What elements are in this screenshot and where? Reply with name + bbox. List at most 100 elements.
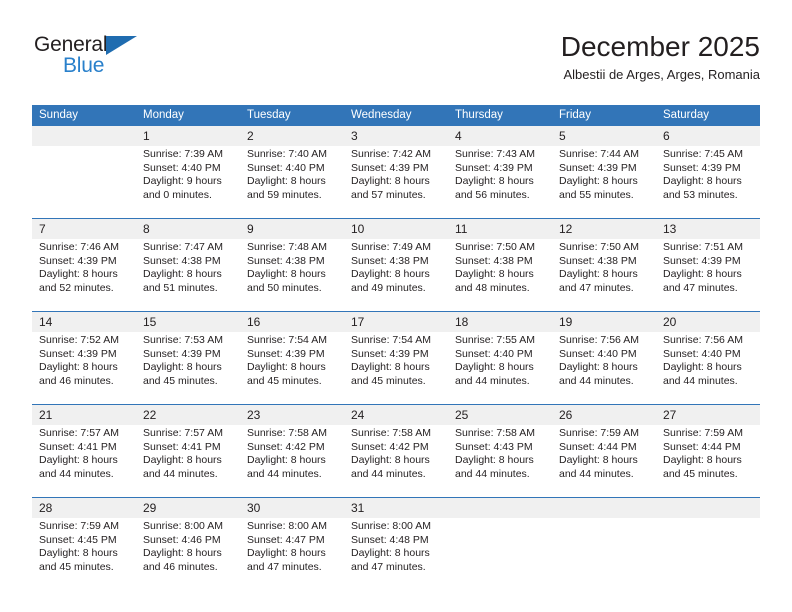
day-number-cell[interactable]: 5	[552, 126, 656, 146]
sunrise-text: Sunrise: 7:54 AM	[351, 334, 431, 346]
weekday-header-tuesday: Tuesday	[240, 105, 344, 126]
general-blue-logo[interactable]: General Blue	[34, 34, 164, 86]
sunset-text: Sunset: 4:38 PM	[559, 254, 637, 267]
daylight-text: Daylight: 8 hours	[559, 175, 638, 187]
sunset-text: Sunset: 4:38 PM	[351, 254, 429, 267]
day-details-cell: Sunrise: 7:54 AM Sunset: 4:39 PM Daylight:…	[240, 332, 344, 404]
daylight-text: and 57 minutes.	[351, 188, 426, 201]
sunset-text: Sunset: 4:39 PM	[455, 161, 533, 174]
daylight-text: and 53 minutes.	[663, 188, 738, 201]
day-number-cell[interactable]: 9	[240, 219, 344, 239]
daylight-text: and 44 minutes.	[559, 374, 634, 387]
day-number-cell[interactable]: 31	[344, 498, 448, 518]
sunrise-text: Sunrise: 7:58 AM	[247, 427, 327, 439]
day-number-cell[interactable]: 29	[136, 498, 240, 518]
day-number-cell[interactable]: 15	[136, 312, 240, 332]
sunrise-text: Sunrise: 7:50 AM	[559, 241, 639, 253]
empty-day-details-cell	[656, 518, 760, 590]
day-number-cell[interactable]: 22	[136, 405, 240, 425]
empty-day-cell	[656, 498, 760, 518]
daylight-text: and 48 minutes.	[455, 281, 530, 294]
day-number-cell[interactable]: 3	[344, 126, 448, 146]
daylight-text: and 0 minutes.	[143, 188, 212, 201]
day-number-cell[interactable]: 14	[32, 312, 136, 332]
empty-day-details-cell	[448, 518, 552, 590]
weekday-header-thursday: Thursday	[448, 105, 552, 126]
daylight-text: and 45 minutes.	[39, 560, 114, 573]
daylight-text: Daylight: 8 hours	[143, 361, 222, 373]
day-details-cell: Sunrise: 8:00 AM Sunset: 4:46 PM Daylight:…	[136, 518, 240, 590]
day-number-cell[interactable]: 25	[448, 405, 552, 425]
day-number-cell[interactable]: 12	[552, 219, 656, 239]
daylight-text: Daylight: 8 hours	[39, 454, 118, 466]
day-number-row: 7 8 9 10 11 12 13	[32, 219, 760, 239]
sunrise-text: Sunrise: 7:58 AM	[351, 427, 431, 439]
sunset-text: Sunset: 4:41 PM	[39, 440, 117, 453]
day-number-cell[interactable]: 18	[448, 312, 552, 332]
day-number-cell[interactable]: 8	[136, 219, 240, 239]
logo-text-general: General	[34, 33, 108, 56]
sunrise-text: Sunrise: 7:50 AM	[455, 241, 535, 253]
sunset-text: Sunset: 4:39 PM	[351, 347, 429, 360]
weekday-header-friday: Friday	[552, 105, 656, 126]
day-number-cell[interactable]: 26	[552, 405, 656, 425]
location-subtitle: Albestii de Arges, Arges, Romania	[563, 67, 760, 82]
sunrise-text: Sunrise: 7:57 AM	[39, 427, 119, 439]
daylight-text: Daylight: 8 hours	[351, 268, 430, 280]
day-details-cell: Sunrise: 7:51 AM Sunset: 4:39 PM Daylight:…	[656, 239, 760, 311]
day-number-cell[interactable]: 6	[656, 126, 760, 146]
sunrise-text: Sunrise: 8:00 AM	[351, 520, 431, 532]
calendar-body: 1 2 3 4 5 6 Sunrise: 7:39 AM Sunset: 4:40 PM Day…	[32, 126, 760, 590]
day-number-cell[interactable]: 21	[32, 405, 136, 425]
sunset-text: Sunset: 4:40 PM	[559, 347, 637, 360]
sunrise-text: Sunrise: 7:48 AM	[247, 241, 327, 253]
day-number-cell[interactable]: 13	[656, 219, 760, 239]
sunrise-text: Sunrise: 7:53 AM	[143, 334, 223, 346]
day-details-cell: Sunrise: 7:56 AM Sunset: 4:40 PM Daylight:…	[656, 332, 760, 404]
empty-day-cell	[552, 498, 656, 518]
day-number-cell[interactable]: 1	[136, 126, 240, 146]
sunset-text: Sunset: 4:45 PM	[39, 533, 117, 546]
day-number-cell[interactable]: 2	[240, 126, 344, 146]
sunset-text: Sunset: 4:39 PM	[143, 347, 221, 360]
day-number-cell[interactable]: 10	[344, 219, 448, 239]
day-number-cell[interactable]: 11	[448, 219, 552, 239]
day-number-cell[interactable]: 16	[240, 312, 344, 332]
sunrise-text: Sunrise: 7:40 AM	[247, 148, 327, 160]
daylight-text: and 45 minutes.	[247, 374, 322, 387]
day-number-cell[interactable]: 17	[344, 312, 448, 332]
day-number-cell[interactable]: 19	[552, 312, 656, 332]
daylight-text: and 56 minutes.	[455, 188, 530, 201]
weekday-header-monday: Monday	[136, 105, 240, 126]
sunrise-text: Sunrise: 7:49 AM	[351, 241, 431, 253]
daylight-text: Daylight: 8 hours	[351, 361, 430, 373]
daylight-text: and 47 minutes.	[351, 560, 426, 573]
day-details-cell: Sunrise: 7:45 AM Sunset: 4:39 PM Daylight:…	[656, 146, 760, 218]
day-number-cell[interactable]: 4	[448, 126, 552, 146]
day-number-cell[interactable]: 20	[656, 312, 760, 332]
sunrise-text: Sunrise: 7:47 AM	[143, 241, 223, 253]
day-number-cell[interactable]: 24	[344, 405, 448, 425]
sunrise-text: Sunrise: 7:44 AM	[559, 148, 639, 160]
day-details-cell: Sunrise: 7:39 AM Sunset: 4:40 PM Daylight:…	[136, 146, 240, 218]
daylight-text: Daylight: 8 hours	[247, 361, 326, 373]
day-number-cell[interactable]: 7	[32, 219, 136, 239]
sunset-text: Sunset: 4:40 PM	[455, 347, 533, 360]
daylight-text: Daylight: 8 hours	[247, 454, 326, 466]
day-number-cell[interactable]: 28	[32, 498, 136, 518]
day-number-cell[interactable]: 27	[656, 405, 760, 425]
day-number-cell[interactable]: 23	[240, 405, 344, 425]
sunset-text: Sunset: 4:42 PM	[247, 440, 325, 453]
day-number-cell[interactable]: 30	[240, 498, 344, 518]
day-details-cell: Sunrise: 7:59 AM Sunset: 4:45 PM Daylight:…	[32, 518, 136, 590]
daylight-text: and 44 minutes.	[455, 374, 530, 387]
day-details-cell: Sunrise: 8:00 AM Sunset: 4:47 PM Daylight:…	[240, 518, 344, 590]
daylight-text: Daylight: 8 hours	[663, 268, 742, 280]
daylight-text: Daylight: 8 hours	[351, 175, 430, 187]
weekday-header-row: Sunday Monday Tuesday Wednesday Thursday…	[32, 105, 760, 126]
day-details-cell: Sunrise: 7:57 AM Sunset: 4:41 PM Daylight:…	[32, 425, 136, 497]
daylight-text: and 44 minutes.	[247, 467, 322, 480]
daylight-text: Daylight: 8 hours	[455, 175, 534, 187]
daylight-text: Daylight: 8 hours	[559, 454, 638, 466]
day-details-cell: Sunrise: 7:58 AM Sunset: 4:43 PM Daylight:…	[448, 425, 552, 497]
